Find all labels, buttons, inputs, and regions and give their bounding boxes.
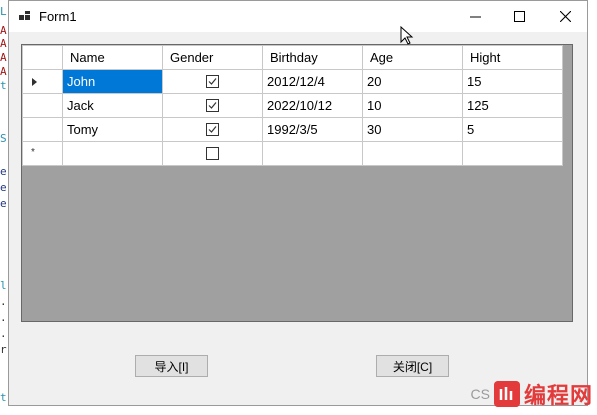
cell-name[interactable] [62,141,163,166]
minimize-icon [469,16,481,18]
cell-hight[interactable]: 5 [462,117,563,142]
checkbox-checked-icon[interactable] [206,123,219,136]
cell-birthday[interactable]: 1992/3/5 [262,117,363,142]
form-window: Form1 Name Gender Birthday Age Hight Joh… [8,0,588,406]
row-header[interactable] [22,117,63,142]
new-row[interactable]: * [22,141,563,166]
cell-birthday[interactable]: 2022/10/12 [262,93,363,118]
column-header-age[interactable]: Age [362,45,463,70]
import-button[interactable]: 导入[I] [135,355,208,377]
cell-age[interactable]: 10 [362,93,463,118]
header-row: Name Gender Birthday Age Hight [22,45,563,70]
row-header[interactable] [22,93,63,118]
column-header-birthday[interactable]: Birthday [262,45,363,70]
window-title: Form1 [39,9,77,24]
close-button[interactable] [543,1,587,32]
cell-gender[interactable] [162,93,263,118]
corner-header[interactable] [22,45,63,70]
cell-name[interactable]: Tomy [62,117,163,142]
cell-gender[interactable] [162,141,263,166]
watermark-prefix: CS [470,386,490,402]
title-bar[interactable]: Form1 [9,1,587,32]
table-row[interactable]: John 2012/12/4 20 15 [22,69,563,94]
row-header[interactable]: * [22,141,63,166]
cell-hight[interactable]: 15 [462,69,563,94]
checkbox-checked-icon[interactable] [206,75,219,88]
cell-name[interactable]: Jack [62,93,163,118]
mouse-pointer-icon [400,26,414,45]
cell-name[interactable]: John [62,69,163,94]
cell-gender[interactable] [162,117,263,142]
checkbox-unchecked-icon[interactable] [206,147,219,160]
column-header-hight[interactable]: Hight [462,45,563,70]
current-row-arrow-icon [32,78,37,86]
cell-gender[interactable] [162,69,263,94]
cell-age[interactable]: 20 [362,69,463,94]
minimize-button[interactable] [453,1,497,32]
app-icon [19,11,30,20]
watermark: CS 编程网 [471,377,593,411]
cell-birthday[interactable] [262,141,363,166]
table-row[interactable]: Tomy 1992/3/5 30 5 [22,117,563,142]
cell-hight[interactable]: 125 [462,93,563,118]
column-header-name[interactable]: Name [62,45,163,70]
close-icon [559,11,571,22]
close-form-button[interactable]: 关闭[C] [376,355,449,377]
maximize-icon [513,11,525,22]
column-header-gender[interactable]: Gender [162,45,263,70]
grid-table: Name Gender Birthday Age Hight John 2012… [22,45,563,166]
cell-birthday[interactable]: 2012/12/4 [262,69,363,94]
watermark-text: 编程网 [523,384,593,409]
watermark-logo-icon [493,381,520,407]
table-row[interactable]: Jack 2022/10/12 10 125 [22,93,563,118]
checkbox-checked-icon[interactable] [206,99,219,112]
data-grid[interactable]: Name Gender Birthday Age Hight John 2012… [21,44,573,322]
cell-age[interactable] [362,141,463,166]
maximize-button[interactable] [497,1,541,32]
cell-hight[interactable] [462,141,563,166]
new-row-marker: * [31,147,35,158]
cell-age[interactable]: 30 [362,117,463,142]
row-header[interactable] [22,69,63,94]
